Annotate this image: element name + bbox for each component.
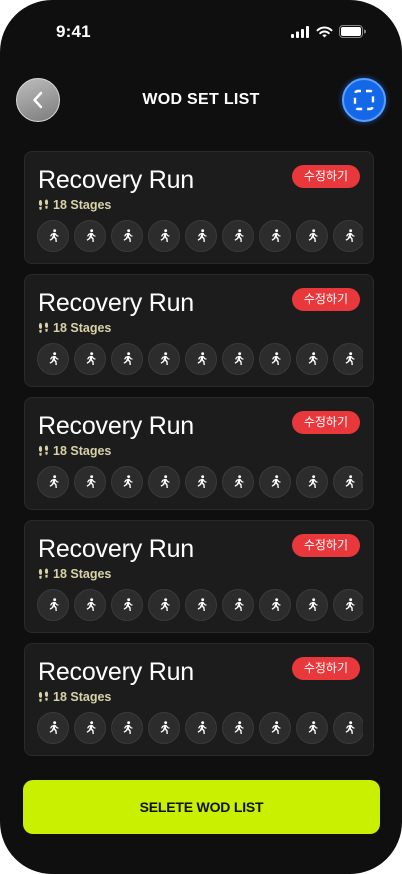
stage-runner-icon — [74, 466, 106, 498]
stage-runner-icon — [296, 220, 328, 252]
phone-screen: 9:41 WOD SET LIST Recovery Run 수정하기 18 S… — [0, 0, 402, 874]
footsteps-icon — [38, 322, 49, 333]
stages-label: 18 Stages — [53, 690, 112, 704]
header: WOD SET LIST — [0, 78, 402, 124]
stage-runner-icon — [222, 343, 254, 375]
wod-card-title: Recovery Run — [38, 535, 194, 563]
stage-runner-icon — [259, 220, 291, 252]
wifi-icon — [316, 25, 333, 37]
status-bar: 9:41 — [0, 0, 402, 62]
stages-info: 18 Stages — [38, 444, 111, 458]
stage-runner-icon — [333, 712, 363, 744]
stage-runner-icon — [333, 220, 363, 252]
status-icons — [291, 25, 366, 38]
stages-label: 18 Stages — [53, 321, 112, 335]
stage-runner-icon — [74, 343, 106, 375]
stage-runner-icon — [74, 220, 106, 252]
stage-runner-icon — [185, 220, 217, 252]
wod-card-title: Recovery Run — [38, 289, 194, 317]
stage-icon-row — [37, 466, 363, 498]
stages-info: 18 Stages — [38, 198, 111, 212]
stage-runner-icon — [296, 343, 328, 375]
footsteps-icon — [38, 568, 49, 579]
scan-button[interactable] — [342, 78, 386, 122]
stage-runner-icon — [148, 220, 180, 252]
stages-info: 18 Stages — [38, 567, 111, 581]
stage-runner-icon — [37, 589, 69, 621]
stage-runner-icon — [148, 343, 180, 375]
stage-runner-icon — [37, 220, 69, 252]
stage-runner-icon — [74, 589, 106, 621]
stage-runner-icon — [296, 712, 328, 744]
stage-runner-icon — [185, 466, 217, 498]
wod-card-title: Recovery Run — [38, 166, 194, 194]
stage-icon-row — [37, 712, 363, 744]
edit-button[interactable]: 수정하기 — [291, 411, 360, 434]
stage-runner-icon — [74, 712, 106, 744]
status-time: 9:41 — [56, 22, 91, 41]
wod-card[interactable]: Recovery Run 수정하기 18 Stages — [24, 274, 374, 387]
stage-runner-icon — [259, 712, 291, 744]
wod-card[interactable]: Recovery Run 수정하기 18 Stages — [24, 643, 374, 756]
stage-icon-row — [37, 343, 363, 375]
wod-card[interactable]: Recovery Run 수정하기 18 Stages — [24, 151, 374, 264]
stage-runner-icon — [296, 466, 328, 498]
select-wod-list-button[interactable]: SELETE WOD LIST — [23, 780, 380, 834]
stage-runner-icon — [148, 712, 180, 744]
stage-runner-icon — [185, 589, 217, 621]
wod-set-list: Recovery Run 수정하기 18 Stages Recovery Run… — [24, 151, 374, 766]
stage-runner-icon — [333, 343, 363, 375]
stage-runner-icon — [222, 712, 254, 744]
footsteps-icon — [38, 445, 49, 456]
footsteps-icon — [38, 199, 49, 210]
stage-runner-icon — [259, 589, 291, 621]
stage-runner-icon — [37, 712, 69, 744]
stage-icon-row — [37, 220, 363, 252]
stage-runner-icon — [37, 466, 69, 498]
wod-card[interactable]: Recovery Run 수정하기 18 Stages — [24, 397, 374, 510]
stage-runner-icon — [259, 343, 291, 375]
stages-label: 18 Stages — [53, 567, 112, 581]
stage-runner-icon — [111, 466, 143, 498]
stages-info: 18 Stages — [38, 321, 111, 335]
stage-runner-icon — [222, 589, 254, 621]
stage-runner-icon — [333, 466, 363, 498]
stages-info: 18 Stages — [38, 690, 111, 704]
stage-runner-icon — [185, 712, 217, 744]
wod-card-title: Recovery Run — [38, 658, 194, 686]
stage-runner-icon — [148, 589, 180, 621]
wod-card[interactable]: Recovery Run 수정하기 18 Stages — [24, 520, 374, 633]
stages-label: 18 Stages — [53, 198, 112, 212]
stage-runner-icon — [185, 343, 217, 375]
edit-button[interactable]: 수정하기 — [291, 288, 360, 311]
edit-button[interactable]: 수정하기 — [291, 657, 360, 680]
stage-runner-icon — [333, 589, 363, 621]
stage-runner-icon — [259, 466, 291, 498]
wod-card-title: Recovery Run — [38, 412, 194, 440]
footsteps-icon — [38, 691, 49, 702]
edit-button[interactable]: 수정하기 — [291, 534, 360, 557]
stage-icon-row — [37, 589, 363, 621]
cellular-signal-icon — [291, 25, 309, 38]
stage-runner-icon — [296, 589, 328, 621]
stage-runner-icon — [148, 466, 180, 498]
stage-runner-icon — [222, 466, 254, 498]
stage-runner-icon — [111, 343, 143, 375]
edit-button[interactable]: 수정하기 — [291, 165, 360, 188]
stage-runner-icon — [111, 589, 143, 621]
stages-label: 18 Stages — [53, 444, 112, 458]
stage-runner-icon — [111, 220, 143, 252]
stage-runner-icon — [222, 220, 254, 252]
stage-runner-icon — [111, 712, 143, 744]
battery-icon — [339, 25, 366, 38]
stage-runner-icon — [37, 343, 69, 375]
scan-frame-icon — [353, 89, 375, 111]
